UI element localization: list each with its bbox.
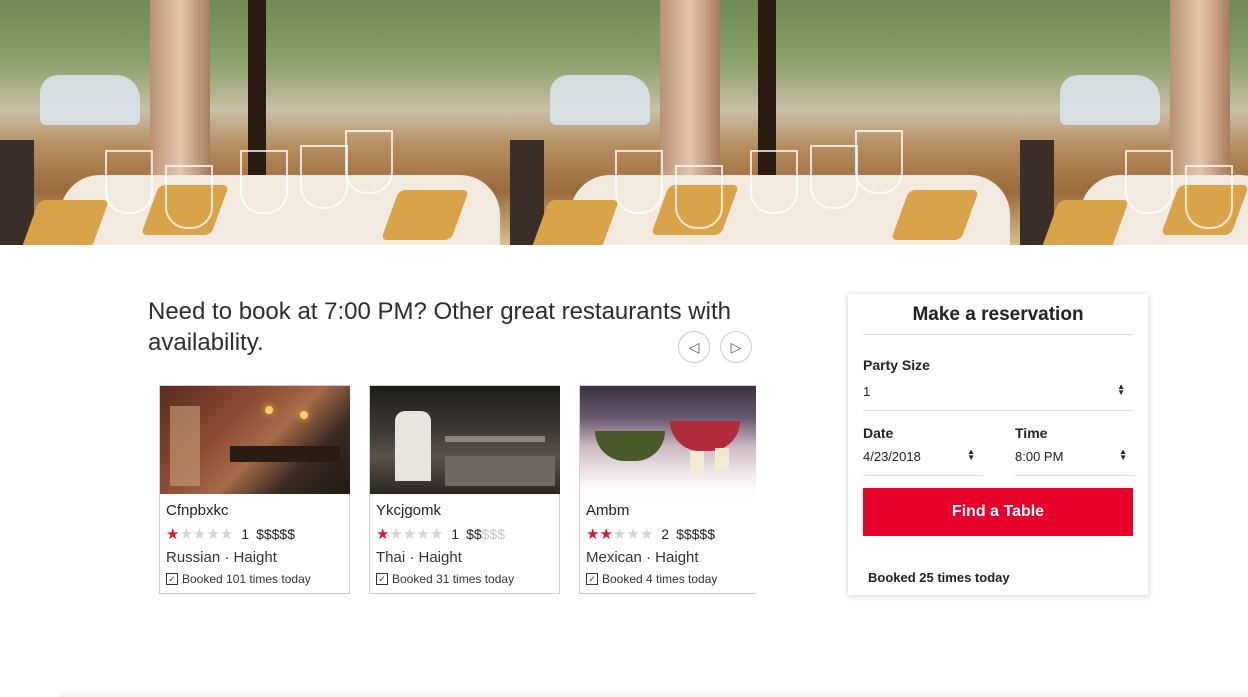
star-empty-icon: ★ xyxy=(612,525,627,543)
reservation-title: Make a reservation xyxy=(912,304,1084,325)
availability-heading: Need to book at 7:00 PM? Other great res… xyxy=(148,298,731,356)
restaurant-carousel: Cfnpbxkc ★ ★ ★ ★ ★ 1 $$$$$ Russian · Haight … xyxy=(159,385,756,600)
cuisine-location: Thai · Haight xyxy=(376,549,462,566)
star-empty-icon: ★ xyxy=(639,525,654,543)
select-arrows-icon: ▲ ▼ xyxy=(967,447,975,462)
restaurant-card[interactable]: Ambm ★ ★ ★ ★ ★ 2 $$$$$ Mexican · Haight ✓ Bo… xyxy=(579,385,756,594)
booked-count: ✓ Booked 31 times today xyxy=(376,572,514,586)
restaurant-photo xyxy=(160,386,350,494)
checkbox-checked-icon: ✓ xyxy=(586,573,598,585)
restaurant-photo xyxy=(580,386,756,494)
reservation-panel: Make a reservation Party Size 1 ▲ ▼ Date … xyxy=(848,294,1148,595)
chevron-left-icon: ◁ xyxy=(688,338,700,355)
booked-count: ✓ Booked 4 times today xyxy=(586,572,717,586)
booked-text: Booked 101 times today xyxy=(182,572,311,586)
star-filled-icon: ★ xyxy=(166,525,180,543)
hero-photo xyxy=(510,0,1020,245)
carousel-prev-button[interactable]: ◁ xyxy=(678,331,710,363)
star-filled-icon: ★ xyxy=(599,525,613,543)
star-empty-icon: ★ xyxy=(402,525,417,543)
star-filled-icon: ★ xyxy=(586,525,600,543)
hero-photo xyxy=(0,0,510,245)
party-size-select[interactable]: 1 ▲ ▼ xyxy=(863,382,1133,411)
star-empty-icon: ★ xyxy=(389,525,403,543)
booked-text: Booked 31 times today xyxy=(392,572,515,586)
footer-divider xyxy=(60,690,1248,697)
carousel-next-button[interactable]: ▷ xyxy=(720,331,752,363)
select-arrows-icon: ▲ ▼ xyxy=(1119,447,1127,462)
checkbox-checked-icon: ✓ xyxy=(166,573,178,585)
time-label: Time xyxy=(1015,425,1048,441)
time-value: 8:00 PM xyxy=(1015,449,1064,464)
rating-count: 2 xyxy=(661,526,670,542)
restaurant-card[interactable]: Cfnpbxkc ★ ★ ★ ★ ★ 1 $$$$$ Russian · Haight … xyxy=(159,385,350,594)
star-empty-icon: ★ xyxy=(416,525,430,543)
restaurant-rating: ★★★★★ 1 $$$$$ xyxy=(376,526,505,542)
booked-today-text: Booked 25 times today xyxy=(868,570,1010,585)
star-empty-icon: ★ xyxy=(206,525,220,543)
date-value: 4/23/2018 xyxy=(863,449,921,464)
star-filled-icon: ★ xyxy=(376,525,390,543)
booked-count: ✓ Booked 101 times today xyxy=(166,572,311,586)
cuisine-location: Russian · Haight xyxy=(166,549,277,566)
restaurant-rating: ★★★★★ 1 $$$$$ xyxy=(166,526,295,542)
time-select[interactable]: 8:00 PM ▲ ▼ xyxy=(1015,447,1135,476)
star-empty-icon: ★ xyxy=(219,525,234,543)
star-empty-icon: ★ xyxy=(179,525,193,543)
hero-banner xyxy=(0,0,1248,245)
booked-text: Booked 4 times today xyxy=(602,572,718,586)
price-level-remaining: $$$ xyxy=(481,526,505,542)
find-table-button[interactable]: Find a Table xyxy=(863,488,1133,536)
star-empty-icon: ★ xyxy=(626,525,640,543)
chevron-right-icon: ▷ xyxy=(730,338,742,355)
price-level: $$$$$ xyxy=(256,526,295,542)
restaurant-name[interactable]: Ambm xyxy=(586,502,629,519)
rating-count: 1 xyxy=(241,526,250,542)
party-size-value: 1 xyxy=(863,384,871,399)
price-level: $$$$$ xyxy=(676,526,715,542)
date-label: Date xyxy=(863,425,894,441)
hero-photo xyxy=(1020,0,1248,245)
restaurant-name[interactable]: Cfnpbxkc xyxy=(166,502,229,519)
checkbox-checked-icon: ✓ xyxy=(376,573,388,585)
date-select[interactable]: 4/23/2018 ▲ ▼ xyxy=(863,447,983,476)
divider xyxy=(863,334,1133,335)
cuisine-location: Mexican · Haight xyxy=(586,549,699,566)
star-empty-icon: ★ xyxy=(192,525,207,543)
restaurant-card[interactable]: Ykcjgomk ★ ★ ★ ★ ★ 1 $$ $$$ Thai · Haight ✓ B… xyxy=(369,385,560,594)
rating-count: 1 xyxy=(451,526,460,542)
restaurant-photo xyxy=(370,386,560,494)
party-size-label: Party Size xyxy=(863,357,930,373)
restaurant-rating: ★ ★ ★ ★ ★ 2 $$$$$ xyxy=(586,526,715,542)
restaurant-name[interactable]: Ykcjgomk xyxy=(376,502,441,519)
price-level: $$ xyxy=(466,526,482,542)
star-empty-icon: ★ xyxy=(429,525,444,543)
select-arrows-icon: ▲ ▼ xyxy=(1117,382,1125,397)
